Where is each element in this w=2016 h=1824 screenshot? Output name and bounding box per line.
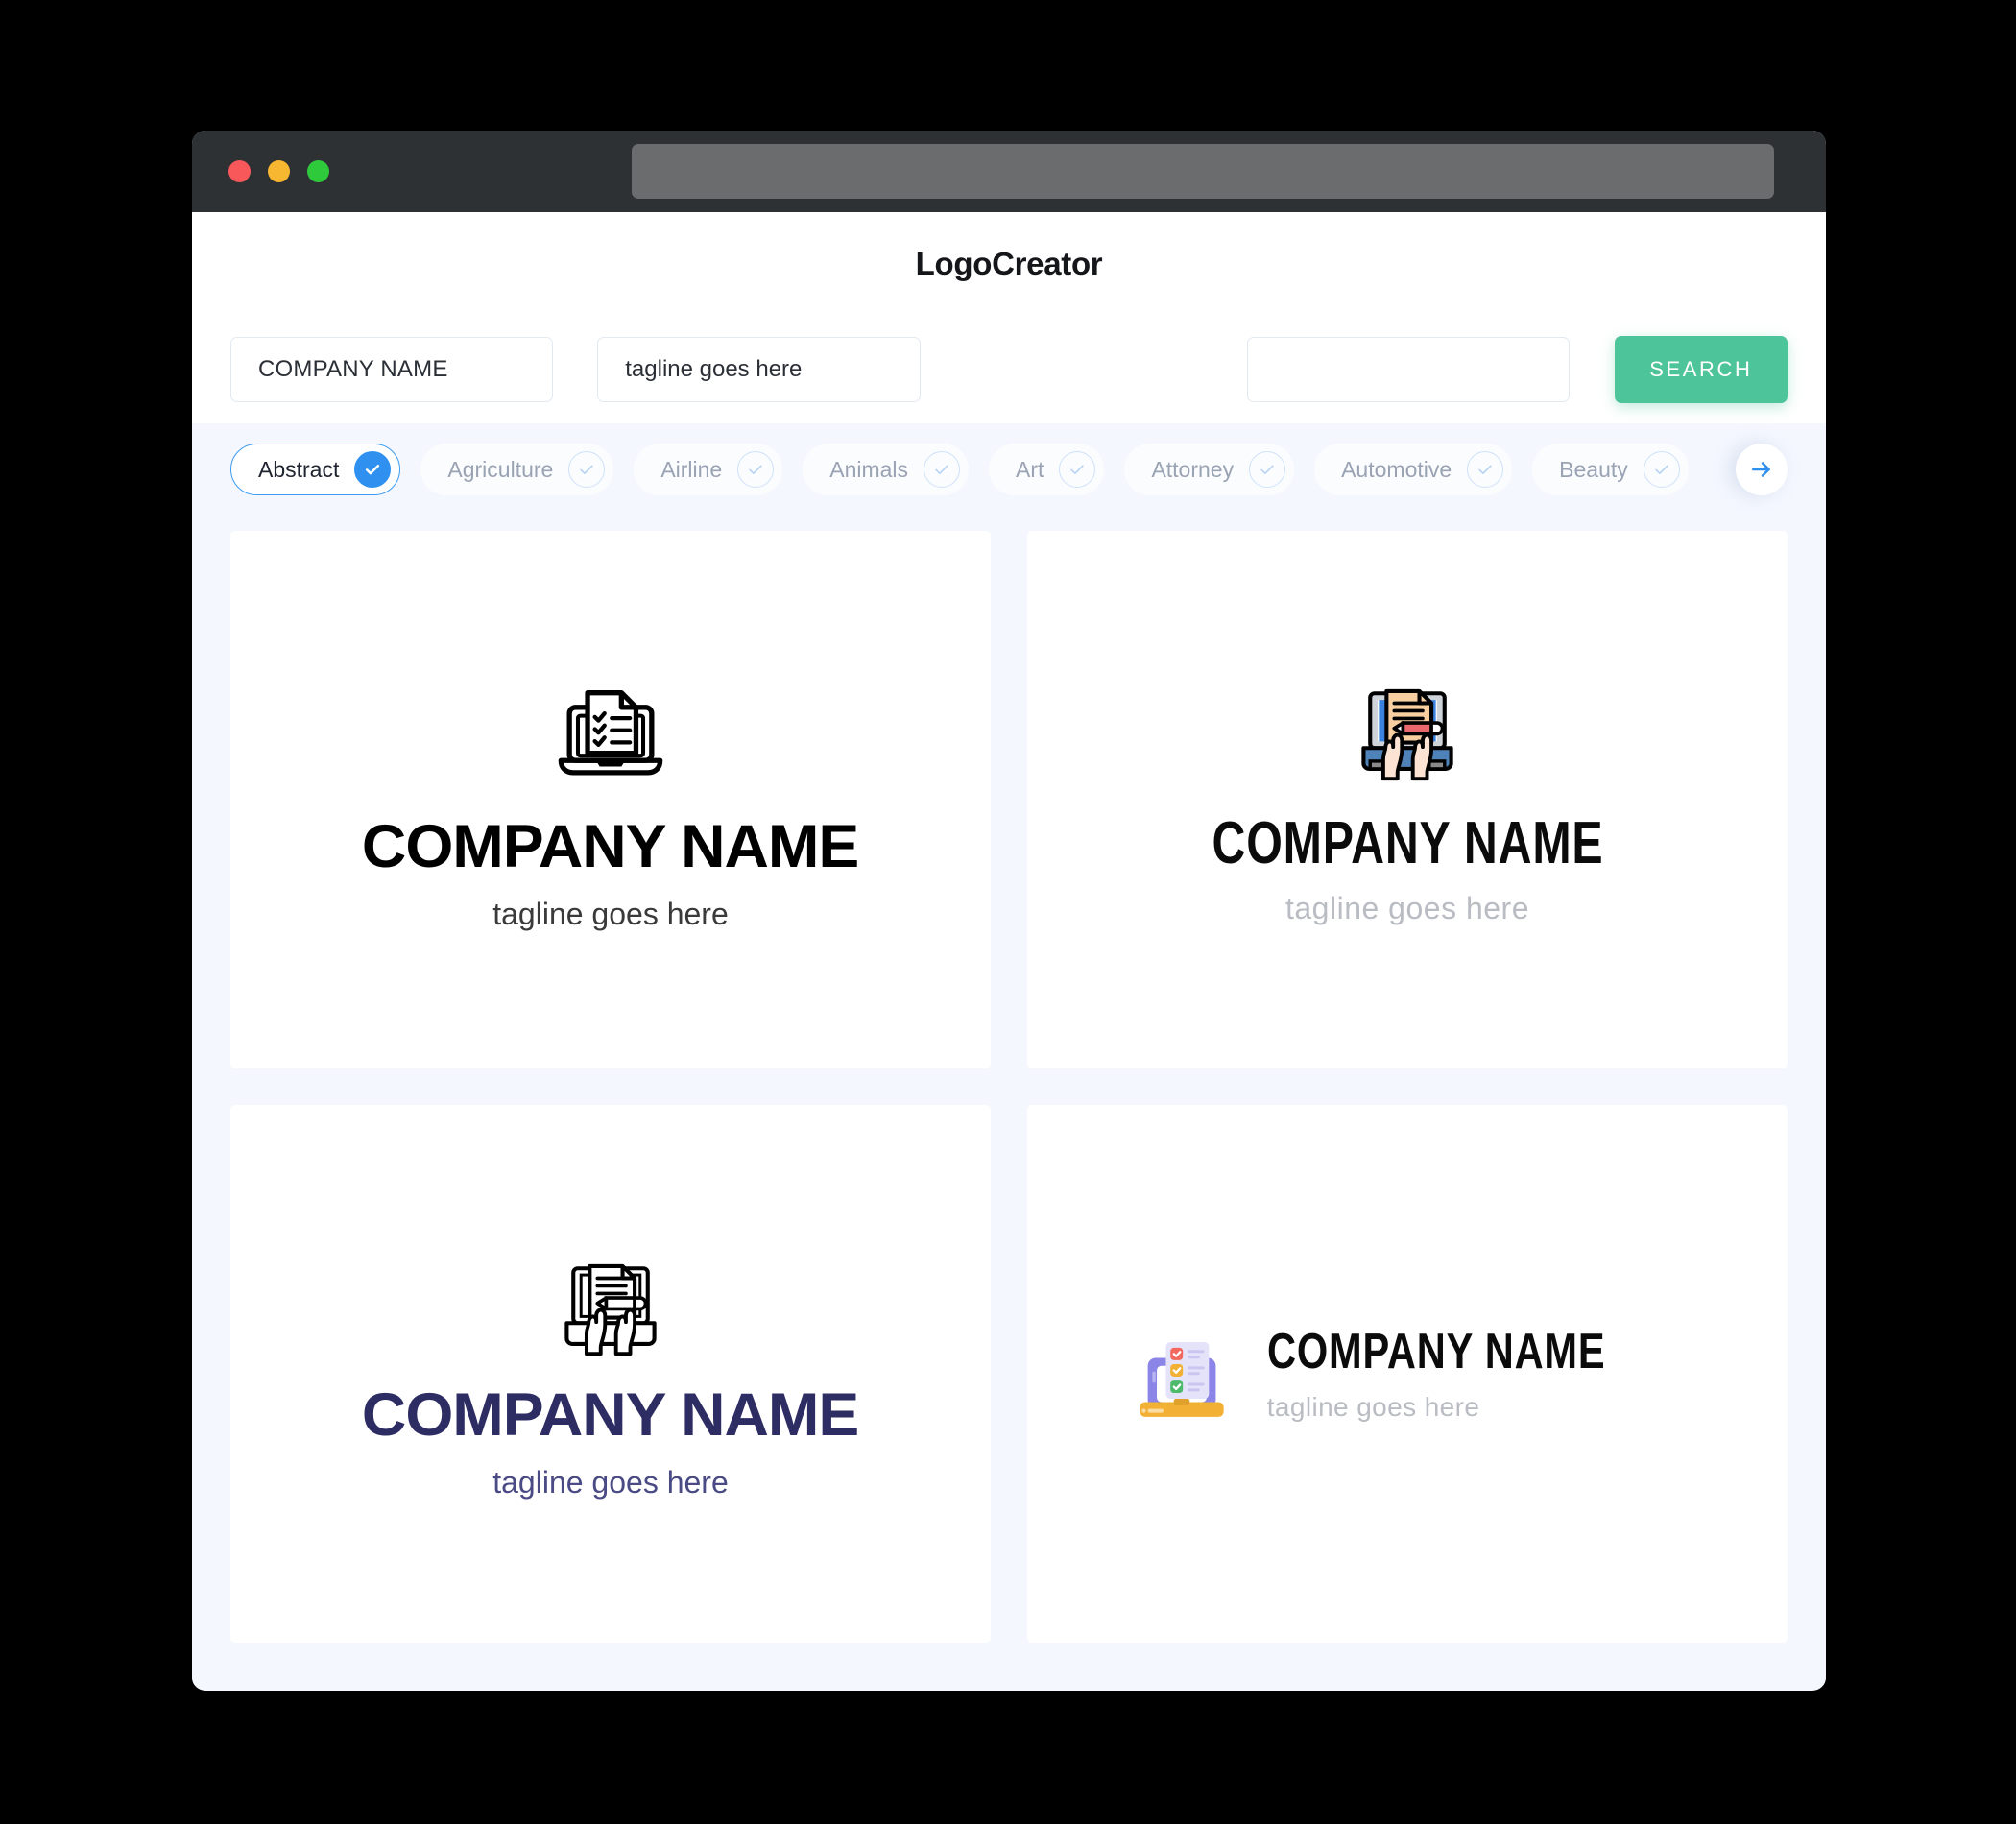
search-button[interactable]: SEARCH xyxy=(1614,336,1788,403)
logo-company-name: COMPANY NAME xyxy=(362,812,859,880)
logo-tagline: tagline goes here xyxy=(492,1464,729,1500)
category-chip-animals[interactable]: Animals xyxy=(803,444,970,495)
category-chip-airline[interactable]: Airline xyxy=(634,444,783,495)
company-name-input[interactable]: COMPANY NAME xyxy=(230,337,554,402)
logo-results-grid: COMPANY NAME tagline goes here COMPANY N… xyxy=(192,516,1826,1685)
browser-url-bar[interactable] xyxy=(632,144,1774,199)
logo-tagline: tagline goes here xyxy=(1266,1392,1480,1422)
keyword-input[interactable] xyxy=(1246,337,1570,402)
logo-card-4[interactable]: COMPANY NAME tagline goes here xyxy=(1027,1105,1788,1643)
arrow-right-icon xyxy=(1752,462,1770,477)
laptop-checklist-color-icon xyxy=(1125,1317,1238,1430)
check-circle-icon xyxy=(737,451,775,488)
category-chip-label: Airline xyxy=(660,456,723,482)
traffic-lights xyxy=(228,160,329,182)
logo-card-1[interactable]: COMPANY NAME tagline goes here xyxy=(230,531,991,1068)
category-chip-attorney[interactable]: Attorney xyxy=(1124,444,1295,495)
logo-tagline: tagline goes here xyxy=(1284,891,1529,925)
category-chip-label: Abstract xyxy=(258,456,340,482)
check-circle-icon xyxy=(1249,451,1286,488)
close-window-button[interactable] xyxy=(228,160,251,182)
logo-tagline: tagline goes here xyxy=(492,896,729,931)
browser-titlebar xyxy=(192,131,1826,212)
search-toolbar: COMPANY NAME tagline goes here SEARCH xyxy=(192,316,1826,423)
logo-company-name: COMPANY NAME xyxy=(1266,1324,1606,1380)
browser-window: LogoCreator COMPANY NAME tagline goes he… xyxy=(192,131,1826,1691)
category-chip-label: Beauty xyxy=(1559,456,1628,482)
screenshot-stage: LogoCreator COMPANY NAME tagline goes he… xyxy=(0,0,2016,1824)
logo-card-3[interactable]: COMPANY NAME tagline goes here xyxy=(230,1105,991,1643)
category-chip-label: Art xyxy=(1016,456,1044,482)
tagline-input[interactable]: tagline goes here xyxy=(597,337,921,402)
category-chip-label: Attorney xyxy=(1151,456,1235,482)
check-circle-icon xyxy=(1467,451,1504,488)
logo-preview: COMPANY NAME tagline goes here xyxy=(362,1251,860,1500)
app-brand-title: LogoCreator xyxy=(915,246,1103,281)
logo-preview: COMPANY NAME tagline goes here xyxy=(362,671,860,931)
category-chip-label: Animals xyxy=(829,456,909,482)
next-categories-button[interactable] xyxy=(1736,444,1788,495)
category-chip-agriculture[interactable]: Agriculture xyxy=(420,444,614,495)
category-chip-label: Automotive xyxy=(1341,456,1452,482)
company-name-value: COMPANY NAME xyxy=(258,356,448,382)
logo-card-2[interactable]: COMPANY NAME tagline goes here xyxy=(1027,531,1788,1068)
category-chip-automotive[interactable]: Automotive xyxy=(1314,444,1513,495)
maximize-window-button[interactable] xyxy=(307,160,329,182)
logo-text-block: COMPANY NAME tagline goes here xyxy=(1267,1327,1691,1421)
check-circle-icon xyxy=(1643,451,1680,488)
minimize-window-button[interactable] xyxy=(268,160,290,182)
check-circle-icon xyxy=(354,451,392,488)
laptop-hands-document-pencil-outline-icon xyxy=(556,1251,665,1360)
logo-company-name: COMPANY NAME xyxy=(362,1380,859,1449)
category-filter-bar: Abstract Agriculture Airline Animals Art… xyxy=(192,423,1826,516)
laptop-checklist-outline-icon xyxy=(550,671,671,792)
check-circle-icon xyxy=(924,451,961,488)
logo-company-name: COMPANY NAME xyxy=(1212,810,1603,876)
check-circle-icon xyxy=(1059,451,1096,488)
laptop-hands-document-pencil-color-icon xyxy=(1353,676,1462,785)
logo-preview: COMPANY NAME tagline goes here xyxy=(1157,676,1659,924)
category-chip-beauty[interactable]: Beauty xyxy=(1532,444,1689,495)
app-header: LogoCreator xyxy=(192,212,1826,316)
category-chip-art[interactable]: Art xyxy=(989,444,1105,495)
logo-preview: COMPANY NAME tagline goes here xyxy=(1125,1317,1691,1430)
tagline-value: tagline goes here xyxy=(625,356,803,382)
category-chip-abstract[interactable]: Abstract xyxy=(230,444,401,495)
check-circle-icon xyxy=(568,451,606,488)
category-chip-label: Agriculture xyxy=(447,456,554,482)
